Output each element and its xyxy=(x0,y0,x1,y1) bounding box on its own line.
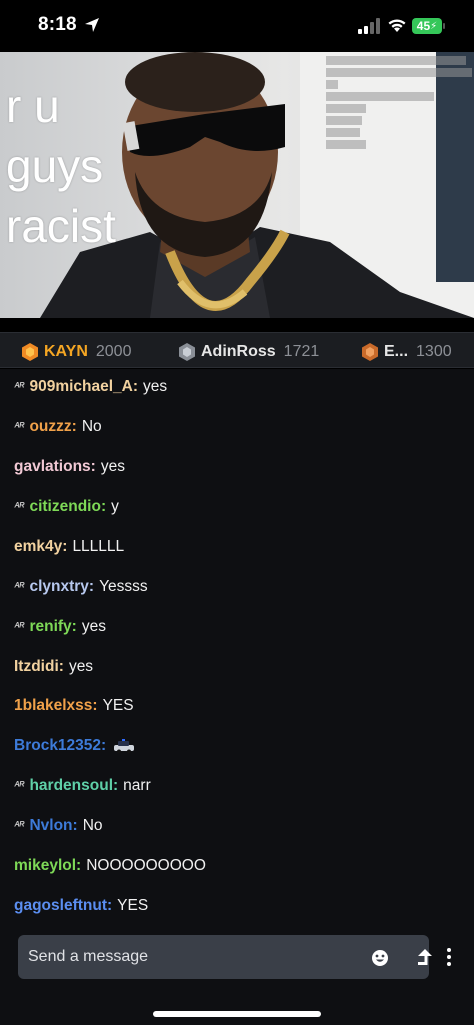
user-badge-icon: ᴬᴿ xyxy=(14,381,25,393)
gold-gem-icon xyxy=(22,343,38,361)
leaderboard-score: 1721 xyxy=(283,343,320,360)
chat-message[interactable]: Itzdidi: yes xyxy=(14,656,93,678)
leaderboard-name: E... xyxy=(384,343,409,360)
battery-indicator: 45 ⚡ xyxy=(412,18,442,34)
gifter-leaderboard: KAYN 2000 AdinRoss 1721 E... 1300 xyxy=(0,332,474,368)
chat-username[interactable]: 1blakelxss: xyxy=(14,697,98,715)
chat-message[interactable]: emk4y: LLLLLL xyxy=(14,536,124,558)
leaderboard-name: KAYN xyxy=(44,343,88,360)
chat-username[interactable]: clynxtry: xyxy=(29,578,94,596)
chat-username[interactable]: gagosleftnut: xyxy=(14,897,112,915)
chat-message[interactable]: ᴬᴿ citizendio: y xyxy=(14,496,119,518)
chat-message-text: NOOOOOOOOO xyxy=(86,857,206,874)
wifi-icon xyxy=(388,19,406,32)
chat-message-text: yes xyxy=(81,618,106,635)
user-badge-icon: ᴬᴿ xyxy=(14,820,25,832)
battery-cap xyxy=(443,23,445,29)
user-badge-icon: ᴬᴿ xyxy=(14,501,25,513)
chat-message[interactable]: ᴬᴿ hardensoul: narr xyxy=(14,775,151,797)
chat-message-text: No xyxy=(81,418,102,435)
battery-level: 45 xyxy=(416,19,431,33)
location-arrow-icon xyxy=(85,18,99,32)
chat-message[interactable]: 1blakelxss: YES xyxy=(14,695,134,717)
chat-message-text: Yessss xyxy=(99,578,148,595)
user-badge-icon: ᴬᴿ xyxy=(14,581,25,593)
chat-username[interactable]: ouzzz: xyxy=(29,418,76,436)
chat-message[interactable]: Brock12352: xyxy=(14,735,136,757)
chat-message[interactable]: ᴬᴿ ouzzz: No xyxy=(14,416,102,438)
chat-message-text: YES xyxy=(102,697,134,714)
send-arrow-icon[interactable] xyxy=(416,948,434,966)
chat-input-box[interactable] xyxy=(18,935,432,979)
chat-message[interactable]: gagosleftnut: YES xyxy=(14,895,148,917)
user-badge-icon: ᴬᴿ xyxy=(14,421,25,433)
chat-message-text: No xyxy=(82,817,103,834)
police-car-emote-icon xyxy=(114,739,135,754)
stream-video[interactable]: r u guys racist xyxy=(0,52,474,318)
chat-username[interactable]: hardensoul: xyxy=(29,777,118,795)
chat-username[interactable]: Nvlon: xyxy=(29,817,77,835)
emote-picker-icon[interactable] xyxy=(371,949,389,967)
chat-username[interactable]: Itzdidi: xyxy=(14,658,64,676)
chat-username[interactable]: 909michael_A: xyxy=(29,378,138,396)
status-time: 8:18 xyxy=(38,14,77,35)
chat-message[interactable]: gavlations: yes xyxy=(14,456,125,478)
chat-message[interactable]: ᴬᴿ 909michael_A: yes xyxy=(14,376,167,398)
chat-username[interactable]: emk4y: xyxy=(14,538,67,556)
chat-username[interactable]: mikeylol: xyxy=(14,857,81,875)
chat-username[interactable]: renify: xyxy=(29,618,76,636)
leaderboard-score: 1300 xyxy=(416,343,452,360)
leaderboard-entry-1[interactable]: KAYN 2000 xyxy=(22,341,131,363)
chat-message[interactable]: mikeylol: NOOOOOOOOO xyxy=(14,855,206,877)
chat-input-area xyxy=(0,927,474,1025)
user-badge-icon: ᴬᴿ xyxy=(14,780,25,792)
chat-message[interactable]: ᴬᴿ renify: yes xyxy=(14,616,106,638)
more-options-icon[interactable] xyxy=(445,947,453,967)
message-input[interactable] xyxy=(28,935,348,979)
leaderboard-score: 2000 xyxy=(95,343,132,360)
chat-message-text: yes xyxy=(68,658,94,675)
stream-caption: r u guys racist xyxy=(6,80,116,252)
status-bar: 8:18 45 ⚡ xyxy=(0,0,474,52)
charging-bolt-icon: ⚡ xyxy=(430,20,438,32)
chat-message-text: y xyxy=(111,498,119,515)
stream-overlay-chat xyxy=(326,56,474,154)
chat-messages[interactable]: ᴬᴿ 909michael_A: yes ᴬᴿ ouzzz: No gavlations: y… xyxy=(0,369,474,927)
chat-message[interactable]: ᴬᴿ clynxtry: Yessss xyxy=(14,576,148,598)
chat-username[interactable]: gavlations: xyxy=(14,458,96,476)
chat-message-text: LLLLLL xyxy=(72,538,125,555)
chat-message[interactable]: ᴬᴿ Nvlon: No xyxy=(14,815,103,837)
chat-message-text: YES xyxy=(117,897,149,914)
chat-message-text: yes xyxy=(100,458,125,475)
user-badge-icon: ᴬᴿ xyxy=(14,621,25,633)
chat-message-text: yes xyxy=(143,378,168,395)
chat-message-text: narr xyxy=(123,777,151,794)
silver-gem-icon xyxy=(179,343,195,361)
bronze-gem-icon xyxy=(362,343,378,361)
home-indicator[interactable] xyxy=(153,1011,321,1017)
chat-username[interactable]: citizendio: xyxy=(29,498,106,516)
cellular-signal-icon xyxy=(358,18,380,34)
chat-username[interactable]: Brock12352: xyxy=(14,737,106,755)
leaderboard-entry-3[interactable]: E... 1300 xyxy=(362,341,452,363)
leaderboard-name: AdinRoss xyxy=(201,343,276,360)
leaderboard-entry-2[interactable]: AdinRoss 1721 xyxy=(179,341,319,363)
